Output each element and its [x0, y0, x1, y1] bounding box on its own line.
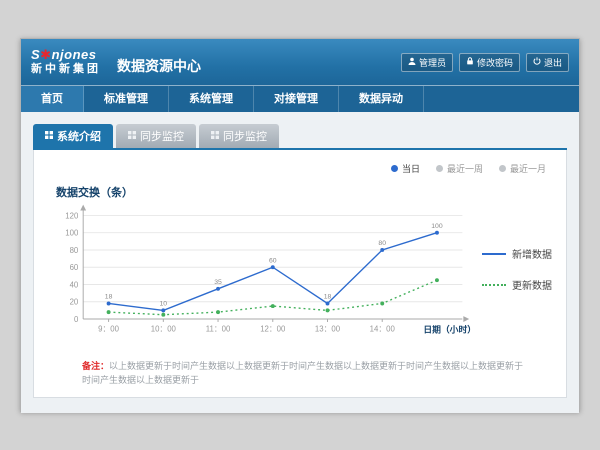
main-nav: 首页 标准管理 系统管理 对接管理 数据异动	[21, 85, 579, 112]
admin-button-label: 管理员	[419, 56, 446, 69]
page-title: 数据资源中心	[117, 56, 201, 76]
svg-text:12：00: 12：00	[260, 325, 286, 334]
svg-text:11：00: 11：00	[206, 325, 231, 334]
change-password-label: 修改密码	[477, 56, 513, 69]
tab-sync-monitor-2[interactable]: 同步监控	[199, 124, 279, 148]
filter-label: 当日	[402, 162, 420, 175]
tab-label: 系统介绍	[57, 128, 101, 144]
svg-text:80: 80	[378, 240, 386, 247]
tab-label: 同步监控	[140, 128, 184, 144]
user-icon	[408, 57, 416, 67]
change-password-button[interactable]: 修改密码	[459, 53, 520, 72]
dot-icon	[436, 165, 443, 172]
grid-icon	[211, 130, 219, 142]
svg-text:日期（小时）: 日期（小时）	[423, 324, 476, 335]
power-icon	[533, 57, 541, 67]
nav-item-system-mgmt[interactable]: 系统管理	[169, 86, 254, 112]
logo-wordmark: S✱njones	[31, 48, 101, 63]
grid-icon	[45, 130, 53, 142]
legend-label: 更新数据	[512, 277, 552, 292]
svg-text:20: 20	[70, 298, 79, 307]
solid-line-icon	[482, 253, 506, 255]
chart-row: 0 20 40 60 80 100 120 9：00 10：00 11：00 12：00 13：00 1…	[48, 202, 552, 352]
filter-label: 最近一周	[447, 162, 483, 175]
nav-item-home[interactable]: 首页	[21, 86, 84, 112]
app-window: S✱njones 新中新集团 数据资源中心 管理员 修改密码 退出 首页 标准管…	[20, 38, 580, 412]
tab-sync-monitor-1[interactable]: 同步监控	[116, 124, 196, 148]
nav-item-docking-mgmt[interactable]: 对接管理	[254, 86, 339, 112]
legend-item-updated-data[interactable]: 更新数据	[482, 277, 552, 292]
svg-text:10：00: 10：00	[151, 325, 177, 334]
dot-icon	[391, 165, 398, 172]
svg-text:10: 10	[160, 301, 168, 308]
tab-label: 同步监控	[223, 128, 267, 144]
chart-panel: 当日 最近一周 最近一月 数据交换（条） 0 20 40 60 80 100 120 9：00…	[33, 150, 567, 398]
filter-today[interactable]: 当日	[391, 162, 420, 175]
logout-button[interactable]: 退出	[526, 53, 569, 72]
footnote-prefix: 备注：	[82, 361, 109, 371]
line-chart: 0 20 40 60 80 100 120 9：00 10：00 11：00 12：00 13：00 1…	[48, 202, 478, 352]
footnote: 备注：以上数据更新于时间产生数据以上数据更新于时间产生数据以上数据更新于时间产生…	[48, 360, 552, 387]
logo-star-icon: ✱	[40, 47, 51, 62]
chart-y-axis-title: 数据交换（条）	[56, 184, 552, 200]
nav-item-standard-mgmt[interactable]: 标准管理	[84, 86, 169, 112]
svg-text:18: 18	[105, 294, 113, 301]
svg-text:120: 120	[65, 211, 79, 220]
logout-label: 退出	[544, 56, 562, 69]
svg-text:35: 35	[214, 279, 222, 286]
footnote-text: 以上数据更新于时间产生数据以上数据更新于时间产生数据以上数据更新于时间产生数据以…	[82, 361, 523, 385]
chart-filters: 当日 最近一周 最近一月	[391, 162, 546, 175]
header-bar: S✱njones 新中新集团 数据资源中心 管理员 修改密码 退出	[21, 39, 579, 85]
admin-button[interactable]: 管理员	[401, 53, 453, 72]
dotted-line-icon	[482, 284, 506, 286]
company-logo[interactable]: S✱njones 新中新集团	[31, 48, 101, 76]
grid-icon	[128, 130, 136, 142]
filter-label: 最近一月	[510, 162, 546, 175]
svg-text:100: 100	[65, 229, 79, 238]
chart-legend: 新增数据 更新数据	[482, 246, 552, 308]
tab-system-intro[interactable]: 系统介绍	[33, 124, 113, 148]
svg-text:9：00: 9：00	[98, 325, 119, 334]
tab-bar: 系统介绍 同步监控 同步监控	[33, 124, 567, 148]
svg-text:80: 80	[70, 246, 79, 255]
svg-text:18: 18	[324, 294, 332, 301]
content-area: 系统介绍 同步监控 同步监控 当日 最近一周 最近一月 数据交换（条） 0 20 4…	[21, 112, 579, 413]
nav-item-data-change[interactable]: 数据异动	[339, 86, 424, 112]
filter-last-week[interactable]: 最近一周	[436, 162, 483, 175]
svg-text:60: 60	[70, 263, 79, 272]
header-actions: 管理员 修改密码 退出	[401, 53, 569, 72]
lock-icon	[466, 57, 474, 67]
dot-icon	[499, 165, 506, 172]
svg-text:40: 40	[70, 280, 79, 289]
legend-label: 新增数据	[512, 246, 552, 261]
svg-text:14：00: 14：00	[370, 325, 396, 334]
svg-text:13：00: 13：00	[315, 325, 341, 334]
filter-last-month[interactable]: 最近一月	[499, 162, 546, 175]
logo-company-name: 新中新集团	[31, 63, 101, 76]
svg-text:60: 60	[269, 257, 277, 264]
svg-text:100: 100	[431, 223, 443, 230]
legend-item-new-data[interactable]: 新增数据	[482, 246, 552, 261]
svg-text:0: 0	[74, 315, 79, 324]
